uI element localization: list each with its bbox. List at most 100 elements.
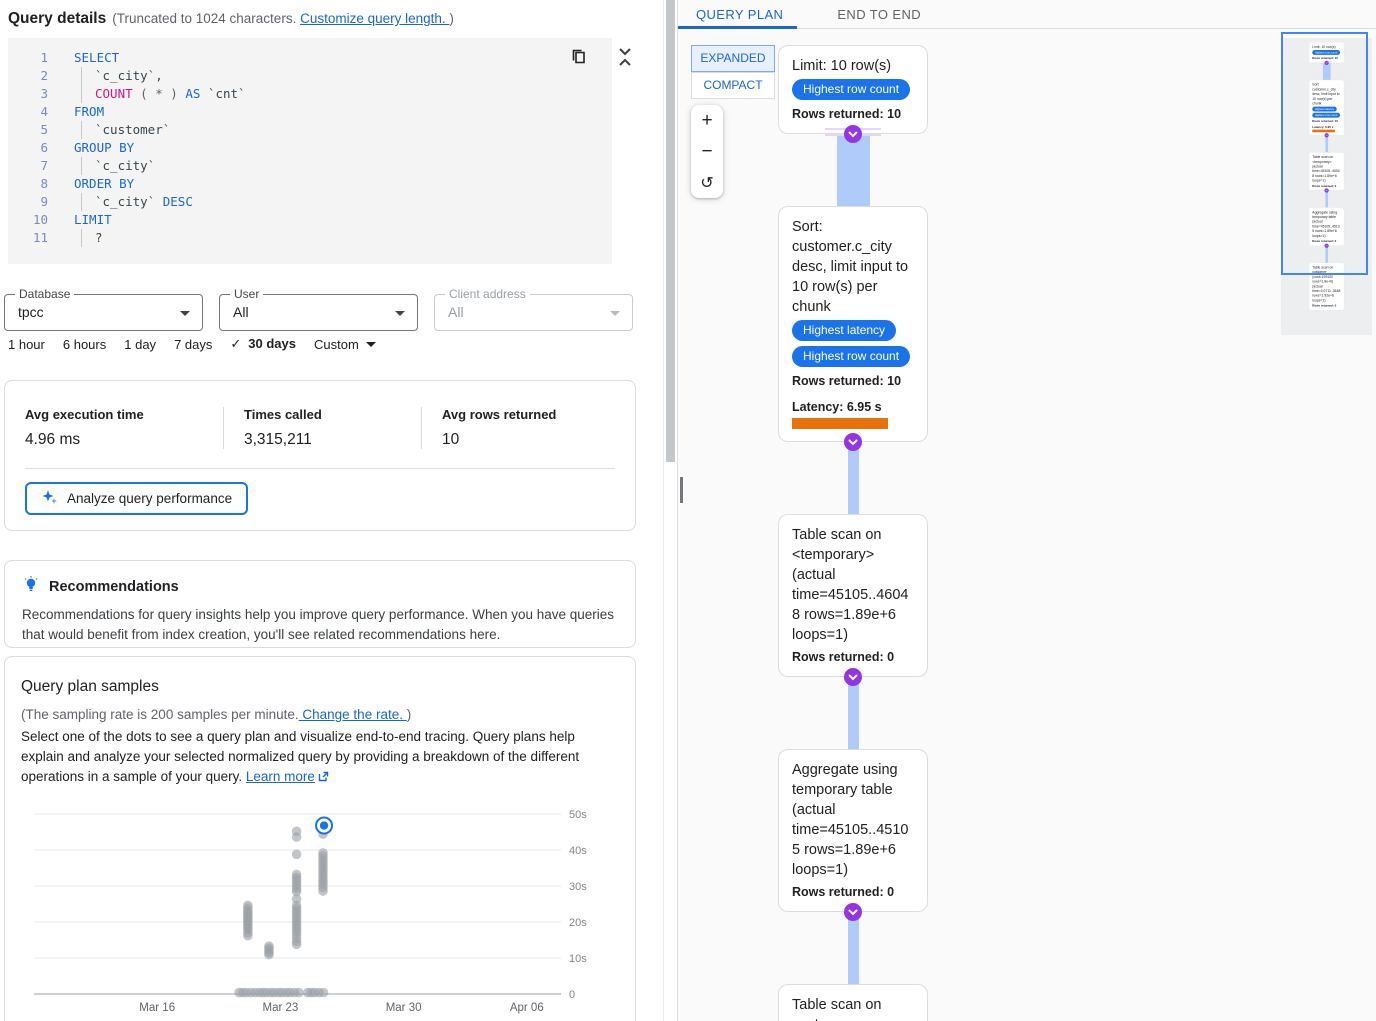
time-range-custom[interactable]: Custom	[314, 337, 376, 352]
collapse-node-icon[interactable]	[844, 433, 862, 451]
zoom-out-button[interactable]: −	[691, 136, 723, 167]
recommendations-card: Recommendations Recommendations for quer…	[4, 560, 636, 648]
time-range-label: 1 day	[124, 337, 156, 352]
x-axis-tick-label: Apr 06	[510, 1002, 544, 1014]
left-panel-scrollbar	[663, 0, 677, 1021]
sql-code-text: COUNT ( * ) AS `cnt`	[74, 85, 246, 103]
filter-client-address: Client addressAll	[434, 294, 633, 331]
view-mode-expanded[interactable]: EXPANDED	[691, 45, 775, 72]
time-range-label: 30 days	[248, 336, 296, 351]
y-axis-tick-label: 40s	[569, 845, 587, 857]
dropdown-arrow-icon	[395, 311, 405, 316]
sql-code-block: 1 SELECT 2 `c_city`, 3 COUNT ( * ) AS `cnt`4F…	[8, 38, 612, 264]
change-rate-link[interactable]: Change the rate.	[299, 707, 407, 722]
sampling-rate-note: (The sampling rate is 200 samples per mi…	[5, 696, 635, 722]
sample-dot[interactable]	[292, 940, 302, 950]
view-mode-compact[interactable]: COMPACT	[691, 72, 775, 99]
sample-dot[interactable]	[294, 988, 304, 998]
filter-database[interactable]: Databasetpcc	[4, 294, 203, 331]
sample-dot[interactable]	[243, 901, 253, 911]
x-axis-tick-label: Mar 16	[139, 1002, 175, 1014]
line-number: 2	[8, 67, 48, 85]
plan-node-1[interactable]: Limit: 10 row(s)Highest row countRows re…	[778, 45, 928, 134]
customize-query-length-link[interactable]: Customize query length.	[300, 11, 449, 26]
samples-description: Select one of the dots to see a query pl…	[5, 722, 605, 788]
latency-bar	[792, 418, 888, 429]
plan-node-title: Aggregate using temporary table (actual …	[792, 760, 914, 880]
y-axis-tick-label: 10s	[569, 953, 587, 965]
sample-dot[interactable]	[264, 941, 274, 951]
sql-code-text: `c_city` DESC	[74, 193, 193, 211]
zoom-reset-button[interactable]: ↺	[691, 167, 723, 198]
sql-code-line: 4FROM	[8, 103, 612, 121]
latency-value: Latency: 6.95 s	[792, 400, 914, 414]
plan-canvas[interactable]: EXPANDEDCOMPACT +−↺ Limit: 10 row(s)High…	[678, 29, 1376, 1021]
view-mode-toggle: EXPANDEDCOMPACT	[691, 45, 775, 99]
stat-avg-rows-returned: Avg rows returned10	[421, 407, 635, 449]
stat-label: Avg execution time	[25, 407, 223, 422]
sample-dot[interactable]	[292, 832, 302, 842]
plan-connector	[837, 134, 870, 206]
filter-value: All	[233, 304, 249, 320]
time-range-7-days[interactable]: 7 days	[174, 337, 212, 352]
sample-dot[interactable]	[319, 988, 329, 998]
plan-node-title: Table scan on <temporary> (actual time=4…	[792, 525, 914, 645]
time-range-1-hour[interactable]: 1 hour	[8, 337, 45, 352]
plan-node-column: Limit: 10 row(s)Highest row countRows re…	[778, 45, 928, 1021]
collapse-icon[interactable]	[617, 46, 633, 68]
time-range-6-hours[interactable]: 6 hours	[63, 337, 106, 352]
plan-node-3[interactable]: Table scan on <temporary> (actual time=4…	[778, 514, 928, 677]
dropdown-arrow-icon	[610, 311, 620, 316]
sample-dot[interactable]	[318, 886, 328, 896]
y-axis-tick-label: 30s	[569, 881, 587, 893]
badge-highest-latency: Highest latency	[792, 320, 896, 341]
query-plan-samples-card: Query plan samples (The sampling rate is…	[4, 656, 636, 1021]
time-range-label: 6 hours	[63, 337, 106, 352]
selected-sample-dot[interactable]	[320, 821, 328, 829]
lightbulb-icon	[22, 575, 40, 598]
badge-highest-row-count: Highest row count	[792, 346, 910, 367]
rows-returned-value: Rows returned: 10	[792, 107, 914, 121]
sql-code-line: 7`c_city`	[8, 157, 612, 175]
y-axis-tick-label: 20s	[569, 917, 587, 929]
plan-node-title: Table scan on customer (cost=199100 rows…	[792, 995, 914, 1021]
collapse-node-icon[interactable]	[844, 668, 862, 686]
stat-label: Avg rows returned	[442, 407, 635, 422]
line-number: 11	[8, 229, 48, 247]
scrollbar-thumb[interactable]	[666, 0, 675, 462]
tab-query-plan[interactable]: QUERY PLAN	[678, 0, 797, 28]
line-number: 1	[8, 49, 48, 67]
minimap-viewport[interactable]	[1281, 32, 1368, 275]
plan-node-2[interactable]: Sort: customer.c_city desc, limit input …	[778, 206, 928, 442]
x-axis-tick-label: Mar 30	[386, 1002, 422, 1014]
filter-label: Client address	[445, 287, 530, 301]
tab-end-to-end[interactable]: END TO END	[827, 0, 931, 28]
collapse-node-icon[interactable]	[844, 125, 862, 143]
samples-scatter-chart[interactable]: 010s20s30s40s50sMar 16Mar 23Mar 30Apr 06	[5, 801, 635, 1021]
zoom-in-button[interactable]: +	[691, 105, 723, 136]
stats-card: Avg execution time4.96 msTimes called3,3…	[4, 380, 636, 531]
plan-node-5[interactable]: Table scan on customer (cost=199100 rows…	[778, 984, 928, 1021]
plan-node-4[interactable]: Aggregate using temporary table (actual …	[778, 749, 928, 912]
copy-icon[interactable]	[570, 48, 590, 68]
sql-code-line: 2 `c_city`,	[8, 67, 612, 85]
scatter-svg: 010s20s30s40s50sMar 16Mar 23Mar 30Apr 06	[5, 801, 635, 1021]
line-number: 3	[8, 85, 48, 103]
time-range-30-days[interactable]: ✓30 days	[230, 336, 296, 352]
query-details-title: Query details	[8, 10, 106, 27]
filter-user[interactable]: UserAll	[219, 294, 418, 331]
plan-minimap[interactable]: Limit: 10 row(s)Highest row countRows re…	[1281, 38, 1372, 335]
collapse-node-icon[interactable]	[844, 903, 862, 921]
learn-more-link[interactable]: Learn more	[246, 769, 315, 784]
sql-code-text: `c_city`,	[74, 67, 163, 85]
sql-code-line: 1 SELECT	[8, 49, 612, 67]
truncation-note: (Truncated to 1024 characters.	[112, 11, 300, 26]
analyze-query-performance-button[interactable]: Analyze query performance	[25, 482, 248, 515]
filter-label: User	[230, 287, 263, 301]
sql-code-line: 5`customer`	[8, 121, 612, 139]
sql-code-text: SELECT	[74, 49, 119, 67]
analyze-button-label: Analyze query performance	[67, 491, 232, 506]
panel-resize-handle[interactable]	[680, 477, 683, 503]
sample-dot[interactable]	[292, 850, 302, 860]
time-range-1-day[interactable]: 1 day	[124, 337, 156, 352]
